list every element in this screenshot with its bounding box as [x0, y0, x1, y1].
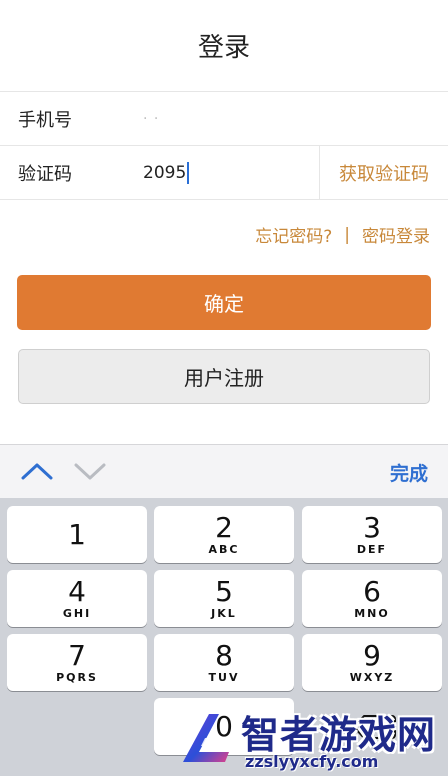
- key-3[interactable]: 3 DEF: [302, 506, 442, 563]
- key-letters: TUV: [208, 670, 240, 684]
- key-6[interactable]: 6 MNO: [302, 570, 442, 627]
- code-value: 2095: [143, 162, 187, 183]
- phone-label: 手机号: [18, 109, 72, 131]
- phone-field[interactable]: · ·: [143, 111, 159, 127]
- key-letters: JKL: [211, 606, 237, 620]
- phone-row: 手机号 · ·: [0, 92, 448, 146]
- key-digit: 6: [363, 574, 381, 608]
- code-row: 验证码 2095 获取验证码: [0, 146, 448, 200]
- watermark-name: 智者游戏网: [241, 713, 437, 757]
- site-watermark: 智者游戏网 zzslyyxcfy.com: [175, 700, 448, 776]
- key-letters: MNO: [354, 606, 390, 620]
- key-digit: 5: [215, 574, 233, 608]
- key-letters: WXYZ: [349, 670, 395, 684]
- confirm-button[interactable]: 确定: [17, 275, 431, 330]
- code-field[interactable]: 2095: [143, 161, 190, 184]
- password-login-link[interactable]: 密码登录: [362, 222, 430, 247]
- text-caret: [187, 161, 190, 184]
- key-letters: PQRS: [56, 670, 98, 684]
- chevron-down-icon[interactable]: [73, 459, 107, 483]
- key-7[interactable]: 7 PQRS: [7, 634, 147, 691]
- page-title: 登录: [0, 0, 448, 92]
- get-code-button[interactable]: 获取验证码: [319, 146, 448, 200]
- login-links: 忘记密码? | 密码登录: [255, 222, 430, 248]
- register-button[interactable]: 用户注册: [18, 349, 430, 404]
- key-letters: DEF: [356, 542, 388, 556]
- key-digit: 3: [363, 510, 381, 544]
- key-digit: 7: [68, 638, 86, 672]
- key-digit: 1: [68, 517, 86, 551]
- key-5[interactable]: 5 JKL: [154, 570, 294, 627]
- key-letters: GHI: [62, 606, 92, 620]
- key-8[interactable]: 8 TUV: [154, 634, 294, 691]
- watermark-logo-icon: [183, 714, 229, 762]
- key-4[interactable]: 4 GHI: [7, 570, 147, 627]
- key-2[interactable]: 2 ABC: [154, 506, 294, 563]
- forgot-password-link[interactable]: 忘记密码?: [255, 222, 332, 247]
- watermark-url: zzslyyxcfy.com: [245, 752, 379, 771]
- key-digit: 4: [68, 574, 86, 608]
- code-label: 验证码: [18, 163, 72, 185]
- key-1[interactable]: 1: [7, 506, 147, 563]
- link-separator: |: [344, 224, 350, 245]
- key-digit: 8: [215, 638, 233, 672]
- key-digit: 9: [363, 638, 381, 672]
- key-letters: ABC: [208, 542, 240, 556]
- done-button[interactable]: 完成: [390, 459, 428, 486]
- chevron-up-icon[interactable]: [20, 459, 54, 483]
- key-digit: 2: [215, 510, 233, 544]
- key-9[interactable]: 9 WXYZ: [302, 634, 442, 691]
- phone-value: · ·: [143, 110, 160, 127]
- keyboard-toolbar: 完成: [0, 444, 448, 498]
